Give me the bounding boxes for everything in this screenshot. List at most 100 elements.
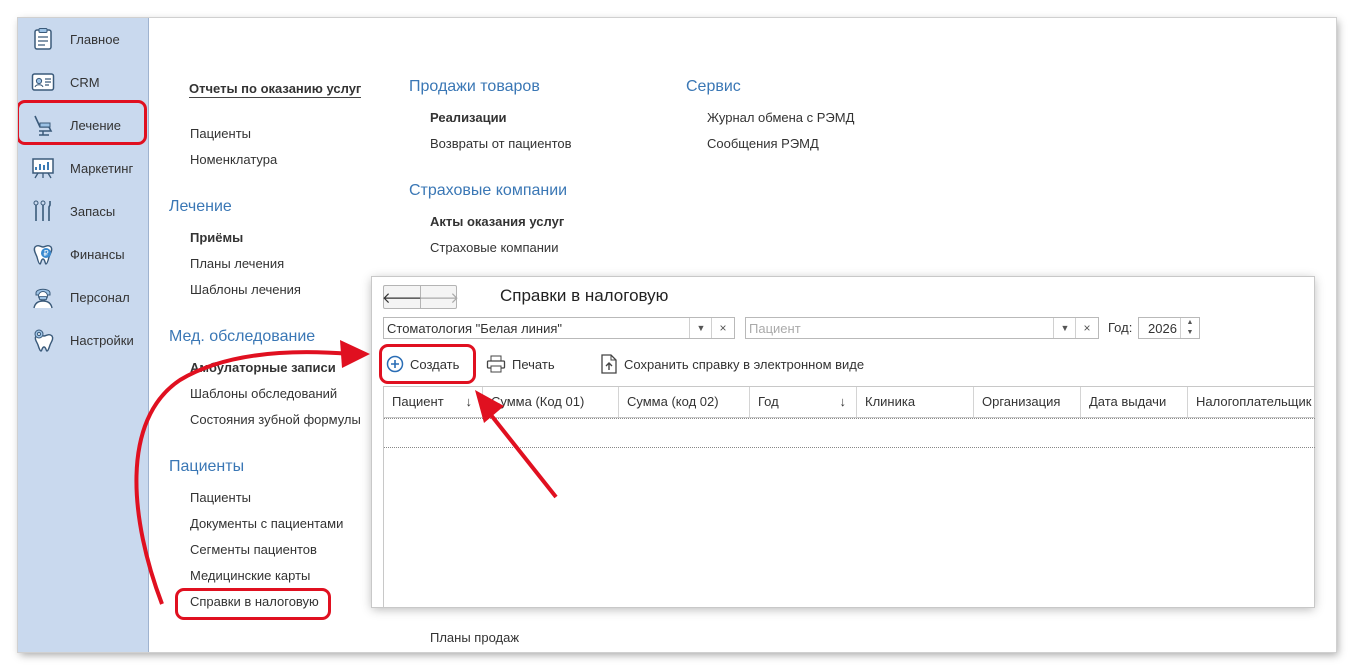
sidebar-item-crm[interactable]: CRM (18, 64, 148, 100)
column-header-label: Налогоплательщик (1196, 394, 1312, 409)
sidebar: Главное CRM Лечение Маркетинг Запасы ₽ Ф… (18, 18, 149, 652)
menu-link-sales-plans[interactable]: Планы продаж (430, 630, 519, 645)
nav-buttons: 🡐 🡒 (382, 285, 459, 309)
menu-link-appointments[interactable]: Приёмы (190, 230, 243, 245)
year-value: 2026 (1148, 321, 1177, 336)
menu-link-returns[interactable]: Возвраты от пациентов (430, 136, 572, 151)
sidebar-item-finance[interactable]: ₽ Финансы (18, 236, 148, 272)
tooth-coin-icon: ₽ (31, 242, 55, 266)
sidebar-item-label: Персонал (70, 289, 130, 305)
section-title-insurance: Страховые компании (409, 182, 568, 199)
column-header-label: Организация (982, 394, 1061, 409)
menu-link-remd-log[interactable]: Журнал обмена с РЭМД (707, 110, 854, 125)
sidebar-item-label: CRM (70, 74, 100, 90)
column-header-issue-date[interactable]: Дата выдачи (1081, 387, 1188, 417)
menu-link-tax-certificates[interactable]: Справки в налоговую (190, 594, 319, 609)
menu-link-insurance-companies[interactable]: Страховые компании (430, 240, 558, 255)
print-button[interactable]: Печать (486, 351, 555, 377)
column-header-taxpayer[interactable]: Налогоплательщик (1188, 387, 1315, 417)
column-header-label: Дата выдачи (1089, 394, 1167, 409)
doctor-icon (31, 285, 55, 309)
patient-select[interactable]: Пациент ▼ × (745, 317, 1099, 339)
save-electronic-button[interactable]: Сохранить справку в электронном виде (600, 351, 864, 377)
sort-arrow-icon: ↓ (839, 394, 847, 409)
sidebar-item-treatment[interactable]: Лечение (18, 107, 148, 143)
table-row[interactable] (384, 418, 1315, 448)
menu-link-outpatient-records[interactable]: Амбулаторные записи (190, 360, 336, 375)
year-spinner[interactable]: ▲ ▼ (1180, 318, 1199, 338)
column-header-sum-01[interactable]: Сумма (Код 01) (483, 387, 619, 417)
sidebar-item-stock[interactable]: Запасы (18, 193, 148, 229)
section-title-exam: Мед. обследование (169, 328, 316, 345)
clinic-value: Стоматология "Белая линия" (387, 321, 563, 336)
forward-arrow-icon[interactable]: 🡒 (419, 286, 459, 308)
section-title-sales: Продажи товаров (409, 78, 540, 95)
column-header-label: Год (758, 394, 779, 409)
column-header-sum-02[interactable]: Сумма (код 02) (619, 387, 750, 417)
clear-icon[interactable]: × (1075, 318, 1098, 338)
section-title-patients: Пациенты (169, 458, 245, 475)
year-label: Год: (1108, 320, 1133, 335)
chart-board-icon (31, 156, 55, 180)
back-arrow-icon[interactable]: 🡐 (382, 286, 422, 308)
document-upload-icon (601, 354, 617, 374)
sidebar-item-label: Лечение (70, 117, 122, 133)
sidebar-item-label: Настройки (70, 332, 134, 348)
menu-link-patients[interactable]: Пациенты (190, 490, 251, 505)
column-header-patient[interactable]: Пациент ↓ (384, 387, 483, 417)
clear-icon[interactable]: × (711, 318, 734, 338)
create-button[interactable]: Создать (386, 351, 459, 377)
chevron-down-icon[interactable]: ▼ (689, 318, 712, 338)
section-title-service: Сервис (686, 78, 741, 95)
sidebar-item-label: Финансы (70, 246, 125, 262)
dental-tools-icon (31, 199, 55, 223)
column-header-year[interactable]: Год ↓ (750, 387, 857, 417)
sidebar-item-label: Главное (70, 31, 120, 47)
column-header-label: Сумма (код 02) (627, 394, 719, 409)
menu-link-treatment-templates[interactable]: Шаблоны лечения (190, 282, 301, 297)
id-card-icon (31, 70, 55, 94)
sidebar-item-label: Маркетинг (70, 160, 134, 176)
patient-placeholder: Пациент (749, 321, 801, 336)
column-header-clinic[interactable]: Клиника (857, 387, 974, 417)
clinic-select[interactable]: Стоматология "Белая линия" ▼ × (383, 317, 735, 339)
clipboard-icon (31, 27, 55, 51)
menu-link-service-acts[interactable]: Акты оказания услуг (430, 214, 564, 229)
tax-certificates-window: 🡐 🡒 Справки в налоговую Стоматология "Бе… (372, 277, 1315, 608)
menu-link-nomenclature[interactable]: Номенклатура (190, 152, 277, 167)
section-title-treatment: Лечение (169, 198, 232, 215)
chevron-down-icon[interactable]: ▼ (1053, 318, 1076, 338)
menu-link-sales[interactable]: Реализации (430, 110, 507, 125)
menu-link-patients-top[interactable]: Пациенты (190, 126, 251, 141)
sidebar-item-settings[interactable]: Настройки (18, 322, 148, 358)
reports-link[interactable]: Отчеты по оказанию услуг (189, 81, 362, 98)
app-window: Главное CRM Лечение Маркетинг Запасы ₽ Ф… (18, 18, 1336, 652)
sidebar-item-staff[interactable]: Персонал (18, 279, 148, 315)
print-button-label: Печать (512, 356, 555, 372)
column-header-label: Пациент (392, 394, 444, 409)
dental-chair-icon (31, 113, 55, 137)
sidebar-item-label: Запасы (70, 203, 116, 219)
menu-link-patient-documents[interactable]: Документы с пациентами (190, 516, 343, 531)
sidebar-item-main[interactable]: Главное (18, 21, 148, 57)
table-header: Пациент ↓ Сумма (Код 01) Сумма (код 02) … (384, 387, 1315, 418)
sort-arrow-icon: ↓ (465, 394, 473, 409)
menu-link-medical-cards[interactable]: Медицинские карты (190, 568, 310, 583)
column-header-organization[interactable]: Организация (974, 387, 1081, 417)
sidebar-item-marketing[interactable]: Маркетинг (18, 150, 148, 186)
column-header-label: Клиника (865, 394, 916, 409)
menu-link-treatment-plans[interactable]: Планы лечения (190, 256, 284, 271)
column-header-label: Сумма (Код 01) (491, 394, 585, 409)
printer-icon (486, 355, 506, 373)
svg-text:₽: ₽ (43, 249, 48, 258)
year-input[interactable]: 2026 ▲ ▼ (1138, 317, 1200, 339)
menu-link-exam-templates[interactable]: Шаблоны обследований (190, 386, 337, 401)
create-button-label: Создать (410, 356, 460, 372)
plus-circle-icon (386, 355, 404, 373)
menu-link-patient-segments[interactable]: Сегменты пациентов (190, 542, 317, 557)
menu-link-dental-formula[interactable]: Состояния зубной формулы (190, 412, 361, 427)
tooth-gear-icon (31, 328, 55, 352)
save-electronic-button-label: Сохранить справку в электронном виде (624, 356, 865, 372)
window-title: Справки в налоговую (500, 286, 669, 305)
menu-link-remd-messages[interactable]: Сообщения РЭМД (707, 136, 819, 151)
